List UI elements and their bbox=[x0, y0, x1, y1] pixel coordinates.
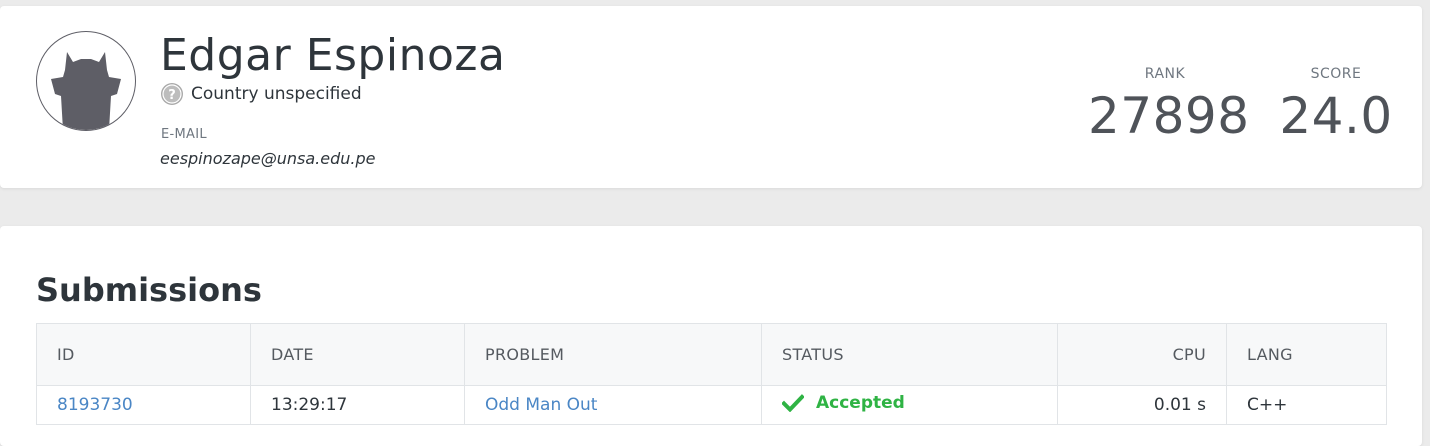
status-badge: Accepted bbox=[781, 393, 905, 413]
problem-link[interactable]: Odd Man Out bbox=[485, 395, 597, 415]
column-header-lang[interactable]: LANG bbox=[1226, 323, 1387, 386]
submission-id-link[interactable]: 8193730 bbox=[57, 395, 133, 415]
score-value: 24.0 bbox=[1279, 87, 1393, 145]
cell-cpu: 0.01 s bbox=[1057, 385, 1227, 425]
column-header-problem[interactable]: PROBLEM bbox=[464, 323, 762, 386]
column-header-id[interactable]: ID bbox=[36, 323, 251, 386]
column-header-cpu[interactable]: CPU bbox=[1057, 323, 1227, 386]
rank-value: 27898 bbox=[1088, 87, 1250, 145]
user-name: Edgar Espinoza bbox=[160, 30, 506, 81]
submissions-table: ID DATE PROBLEM STATUS CPU LANG 8193730 … bbox=[36, 323, 1387, 425]
question-circle-icon: ? bbox=[160, 82, 184, 106]
svg-text:?: ? bbox=[168, 88, 176, 103]
status-text: Accepted bbox=[816, 393, 905, 413]
profile-card: Edgar Espinoza ? Country unspecified E-M… bbox=[0, 6, 1422, 188]
table-row: 8193730 13:29:17 Odd Man Out Accepted 0.… bbox=[36, 385, 1387, 425]
cell-lang: C++ bbox=[1247, 395, 1288, 415]
email-value: eespinozape@unsa.edu.pe bbox=[160, 149, 376, 168]
score-stat: SCORE 24.0 bbox=[1272, 66, 1400, 144]
default-cat-avatar-icon bbox=[51, 52, 121, 130]
column-header-status[interactable]: STATUS bbox=[761, 323, 1058, 386]
cell-date: 13:29:17 bbox=[250, 385, 465, 425]
submissions-title: Submissions bbox=[36, 271, 262, 309]
rank-stat: RANK 27898 bbox=[1088, 66, 1250, 145]
email-label: E-MAIL bbox=[161, 127, 207, 142]
cell-problem: Odd Man Out bbox=[464, 385, 762, 425]
avatar[interactable] bbox=[36, 31, 136, 131]
cell-id: 8193730 bbox=[36, 385, 251, 425]
country-row: ? Country unspecified bbox=[160, 82, 362, 106]
rank-label: RANK bbox=[1144, 66, 1186, 82]
country-text: Country unspecified bbox=[191, 84, 362, 104]
cell-status: Accepted bbox=[761, 385, 1058, 425]
check-icon bbox=[781, 394, 805, 413]
table-header-row: ID DATE PROBLEM STATUS CPU LANG bbox=[36, 323, 1387, 386]
submissions-card: Submissions ID DATE PROBLEM STATUS CPU L… bbox=[0, 226, 1422, 446]
score-label: SCORE bbox=[1310, 66, 1362, 82]
column-header-date[interactable]: DATE bbox=[250, 323, 465, 386]
